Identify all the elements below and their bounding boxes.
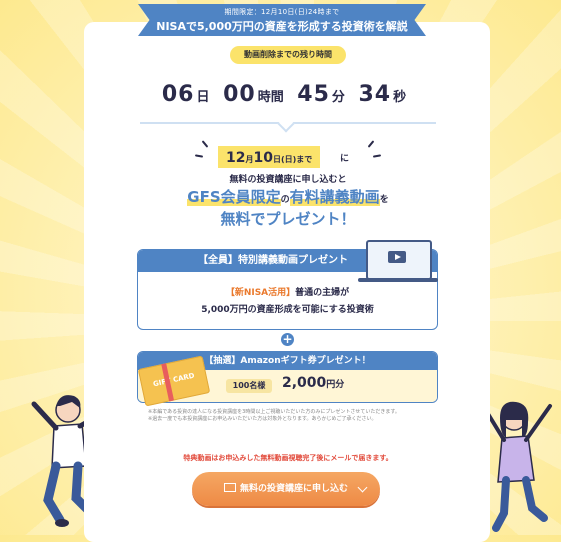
ribbon-title: NISAで5,000万円の資産を形成する投資術を解説 xyxy=(156,20,408,33)
lecture-title-line1: 【新NISA活用】普通の主婦が xyxy=(138,285,437,298)
mail-icon xyxy=(223,483,236,492)
countdown-days-unit: 日 xyxy=(196,90,210,105)
countdown-minutes: 45 xyxy=(297,82,330,107)
gfs-member-text: GFS会員限定 xyxy=(187,188,281,206)
delivery-note: 特典動画はお申込みした無料動画視聴完了後にメールで届きます。 xyxy=(183,454,393,462)
deadline-particle: に xyxy=(340,154,350,164)
laptop-base-icon xyxy=(358,278,438,282)
prize-amount: 2,000円分 xyxy=(282,375,344,391)
deadline-suffix: まで xyxy=(296,155,313,164)
gift-card-label: GIFT CARD xyxy=(152,371,196,389)
ribbon-period-text: 期間限定：12月10日(日)24時まで xyxy=(224,8,340,16)
deadline-month: 12 xyxy=(226,150,246,166)
fine-print-line2: ※過去一度でも本投資講座にお申込みいただいた方は対象外となります。あらかじめご了… xyxy=(148,416,377,422)
countdown-hours: 00 xyxy=(223,82,256,107)
gfs-particle-no: の xyxy=(280,195,290,205)
deadline-weekday: (日) xyxy=(280,155,297,164)
deadline-day-unit: 日 xyxy=(272,155,281,164)
countdown-days: 06 xyxy=(161,82,195,107)
paid-lecture-text: 有料講義動画 xyxy=(289,188,380,206)
winners-badge: 100名様 xyxy=(226,379,272,393)
plus-icon: + xyxy=(281,332,294,346)
gfs-particle-wo: を xyxy=(379,195,389,205)
countdown-label: 動画削除までの残り時間 xyxy=(230,46,346,64)
deadline-badge: 12月10日(日)まで xyxy=(218,146,321,168)
apply-button-label: 無料の投資講座に申し込む xyxy=(239,484,348,494)
lecture-line1-rest: 普通の主婦が xyxy=(295,288,350,298)
gfs-offer-line: GFS会員限定の有料講義動画を xyxy=(150,186,426,207)
prize-amount-value: 2,000 xyxy=(282,375,327,391)
prize-amount-unit: 円分 xyxy=(326,380,345,390)
deadline-day: 10 xyxy=(253,150,273,166)
fine-print-line1: ※本編である投資の達人になる投資講座を3時間以上ご視聴いただいた方のみにプレゼン… xyxy=(148,409,400,415)
header-ribbon: 期間限定：12月10日(日)24時まで NISAで5,000万円の資産を形成する… xyxy=(138,4,426,36)
play-triangle-icon xyxy=(395,254,401,260)
fine-print: ※本編である投資の達人になる投資講座を3時間以上ご視聴いただいた方のみにプレゼン… xyxy=(148,409,428,423)
countdown-minutes-unit: 分 xyxy=(331,90,345,105)
nisa-highlight: 【新NISA活用】 xyxy=(225,288,296,298)
countdown-hours-unit: 時間 xyxy=(257,90,284,105)
countdown-seconds-unit: 秒 xyxy=(393,90,407,105)
countdown-seconds: 34 xyxy=(358,82,392,107)
chevron-down-icon xyxy=(357,482,368,493)
apply-button[interactable]: 無料の投資講座に申し込む xyxy=(192,472,380,506)
lecture-title-line2: 5,000万円の資産形成を可能にする投資術 xyxy=(201,305,374,315)
apply-text: 無料の投資講座に申し込むと xyxy=(229,175,347,185)
free-present-text: 無料でプレゼント！ xyxy=(220,210,356,228)
countdown-timer: 06 日 00 時間 45 分 34 秒 xyxy=(140,82,436,107)
